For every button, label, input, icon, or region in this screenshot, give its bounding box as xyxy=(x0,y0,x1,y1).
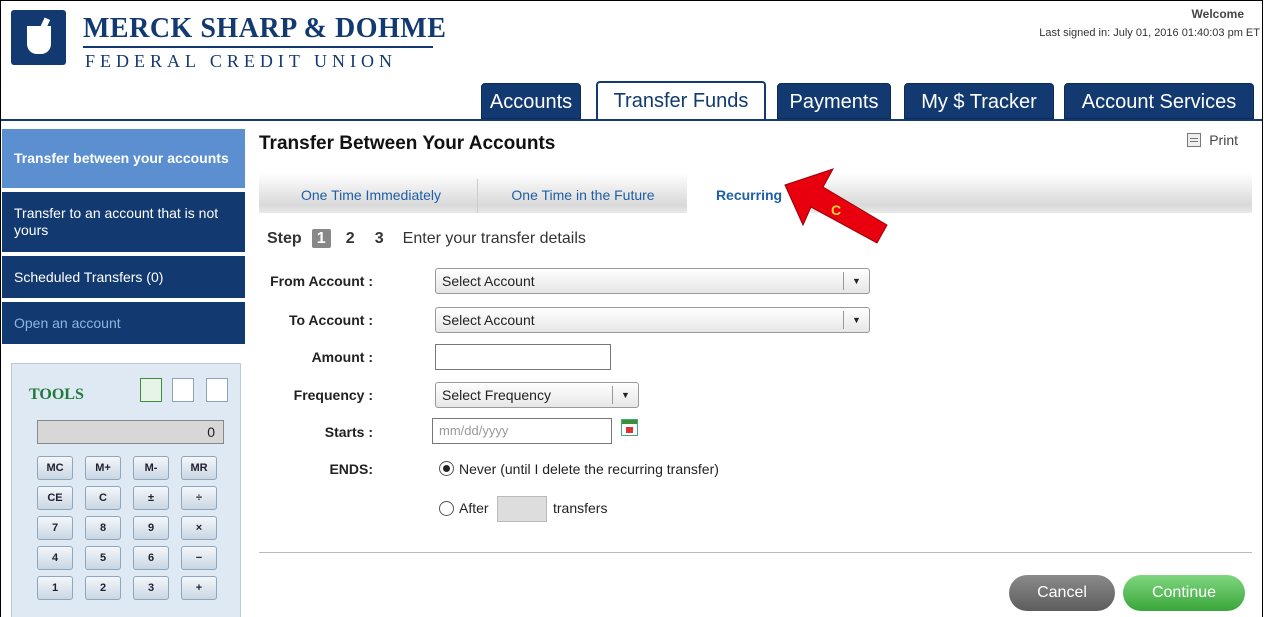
key-4[interactable]: 4 xyxy=(37,546,73,570)
calculator-icon[interactable] xyxy=(140,378,162,402)
key-1[interactable]: 1 xyxy=(37,576,73,600)
ends-after-suffix: transfers xyxy=(553,500,608,516)
step-word: Step xyxy=(267,229,302,247)
print-button[interactable]: Print xyxy=(1187,132,1238,148)
key-mc[interactable]: MC xyxy=(37,456,73,480)
chevron-down-icon: ▼ xyxy=(843,272,869,290)
ends-after-label: After xyxy=(459,500,489,516)
to-account-select[interactable]: Select Account ▼ xyxy=(435,307,870,333)
key-ce[interactable]: CE xyxy=(37,486,73,510)
chevron-down-icon: ▼ xyxy=(612,386,638,404)
continue-button[interactable]: Continue xyxy=(1123,575,1245,611)
key-divide[interactable]: ÷ xyxy=(181,486,217,510)
starts-date-input[interactable]: mm/dd/yyyy xyxy=(432,418,612,444)
key-plus-minus[interactable]: ± xyxy=(133,486,169,510)
from-account-value: Select Account xyxy=(442,273,535,289)
welcome-text: Welcome xyxy=(1191,7,1244,21)
frequency-value: Select Frequency xyxy=(442,387,551,403)
ends-label: ENDS: xyxy=(329,461,373,477)
frequency-label: Frequency : xyxy=(293,387,373,403)
key-9[interactable]: 9 xyxy=(133,516,169,540)
to-account-label: To Account : xyxy=(289,312,373,328)
sidebar-item-label: Scheduled Transfers (0) xyxy=(14,268,164,285)
form-divider xyxy=(259,552,1252,553)
tab-account-services[interactable]: Account Services xyxy=(1064,83,1254,119)
key-mr[interactable]: MR xyxy=(181,456,217,480)
key-m-minus[interactable]: M- xyxy=(133,456,169,480)
amount-input[interactable] xyxy=(435,344,611,370)
tools-panel: TOOLS 0 MC M+ M- MR CE C ± ÷ 7 8 9 × 4 5 6− 1 2 3 + xyxy=(11,363,241,617)
subtab-one-time-future[interactable]: One Time in the Future xyxy=(481,173,685,213)
step-indicator: Step 1 2 3 Enter your transfer details xyxy=(267,229,586,248)
key-8[interactable]: 8 xyxy=(85,516,121,540)
ends-after-count-input[interactable] xyxy=(497,496,547,522)
key-subtract[interactable]: − xyxy=(181,546,217,570)
to-account-value: Select Account xyxy=(442,312,535,328)
step-number: 2 xyxy=(345,230,355,247)
logo-subtitle: FEDERAL CREDIT UNION xyxy=(85,51,397,71)
tab-transfer-funds[interactable]: Transfer Funds xyxy=(596,81,766,121)
key-c[interactable]: C xyxy=(85,486,121,510)
logo-icon xyxy=(11,10,66,65)
chevron-down-icon: ▼ xyxy=(843,311,869,329)
tab-my-tracker[interactable]: My $ Tracker xyxy=(904,83,1054,119)
header-divider xyxy=(1,119,1262,121)
logo-rule xyxy=(83,46,433,48)
last-signed-in: Last signed in: July 01, 2016 01:40:03 p… xyxy=(1039,27,1260,39)
cancel-button[interactable]: Cancel xyxy=(1009,575,1115,611)
step-number: 3 xyxy=(374,230,384,247)
ends-after-radio[interactable] xyxy=(439,501,454,516)
print-label: Print xyxy=(1209,132,1238,148)
sidebar-item-label: Transfer between your accounts xyxy=(14,150,229,166)
key-7[interactable]: 7 xyxy=(37,516,73,540)
ends-never-radio[interactable] xyxy=(439,461,454,476)
starts-label: Starts : xyxy=(324,424,373,440)
tools-label: TOOLS xyxy=(29,386,84,403)
key-multiply[interactable]: × xyxy=(181,516,217,540)
subtab-separator xyxy=(477,179,478,213)
page-title: Transfer Between Your Accounts xyxy=(259,133,556,154)
print-icon xyxy=(1187,133,1202,147)
subtab-one-time-immediately[interactable]: One Time Immediately xyxy=(269,173,473,213)
key-2[interactable]: 2 xyxy=(85,576,121,600)
notes-icon[interactable] xyxy=(172,378,194,402)
sidebar-item-transfer-other[interactable]: Transfer to an account that is not yours xyxy=(2,192,245,254)
calendar-icon[interactable] xyxy=(206,378,228,402)
key-3[interactable]: 3 xyxy=(133,576,169,600)
app-window: MERCK SHARP & DOHME FEDERAL CREDIT UNION… xyxy=(0,0,1263,617)
tab-payments[interactable]: Payments xyxy=(777,83,891,119)
from-account-select[interactable]: Select Account ▼ xyxy=(435,268,870,294)
sidebar-item-scheduled[interactable]: Scheduled Transfers (0) xyxy=(2,256,245,300)
frequency-select[interactable]: Select Frequency ▼ xyxy=(435,382,639,408)
annotation-letter: C xyxy=(831,202,841,218)
sidebar-item-label: Open an account xyxy=(14,314,121,331)
step-description: Enter your transfer details xyxy=(402,229,586,247)
logo-name: MERCK SHARP & DOHME xyxy=(83,13,447,44)
key-m-plus[interactable]: M+ xyxy=(85,456,121,480)
sidebar-item-transfer-between[interactable]: Transfer between your accounts xyxy=(2,129,245,190)
sidebar-item-label: Transfer to an account that is not yours xyxy=(14,205,219,238)
tab-accounts[interactable]: Accounts xyxy=(481,83,581,119)
from-account-label: From Account : xyxy=(270,273,373,289)
amount-label: Amount : xyxy=(311,349,373,365)
key-5[interactable]: 5 xyxy=(85,546,121,570)
step-number-current: 1 xyxy=(311,229,331,248)
calculator-display: 0 xyxy=(37,420,224,444)
calendar-picker-icon[interactable] xyxy=(621,419,638,436)
annotation-arrow: C xyxy=(784,168,888,244)
key-6[interactable]: 6 xyxy=(133,546,169,570)
ends-never-label: Never (until I delete the recurring tran… xyxy=(459,461,719,477)
key-add[interactable]: + xyxy=(181,576,217,600)
sidebar-item-open-account[interactable]: Open an account xyxy=(2,302,245,346)
